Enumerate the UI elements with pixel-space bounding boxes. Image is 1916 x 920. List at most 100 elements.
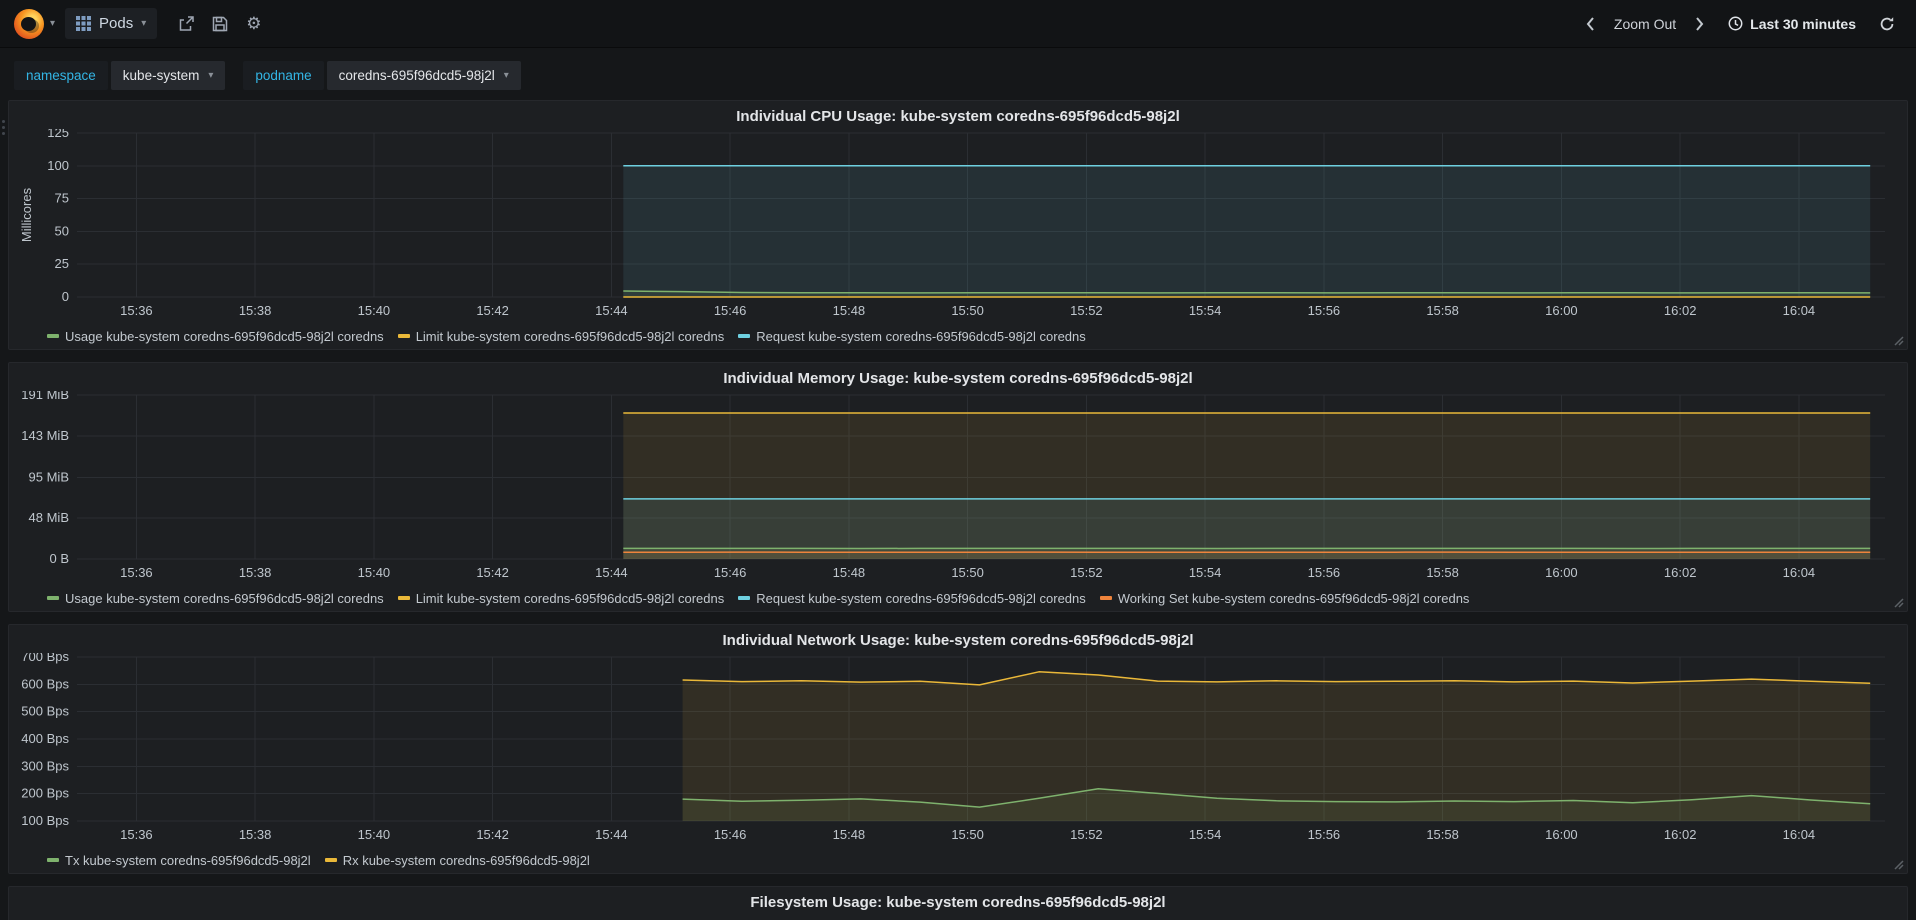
svg-text:400 Bps: 400 Bps	[21, 731, 69, 746]
chart-canvas[interactable]: 0 25 50 75 100 125 15:36 15:38 15:40 15:42 15:44 15…	[19, 125, 1895, 325]
svg-text:75: 75	[55, 191, 69, 206]
refresh-icon	[1880, 16, 1894, 30]
svg-text:16:02: 16:02	[1664, 827, 1697, 842]
variable-label: namespace	[14, 61, 108, 90]
dashboards-grid-icon	[76, 16, 92, 31]
network-usage-chart[interactable]: 100 Bps 200 Bps 300 Bps 400 Bps 500 Bps 600 B…	[19, 649, 1897, 849]
svg-text:16:04: 16:04	[1783, 565, 1816, 580]
chart-canvas[interactable]: 0 B 48 MiB 95 MiB 143 MiB 191 MiB 15:36 15:38 1…	[19, 387, 1895, 587]
time-range-picker-button[interactable]: Last 30 minutes	[1720, 10, 1864, 38]
panel-cpu-usage: Individual CPU Usage: kube-system coredn…	[8, 100, 1908, 350]
variable-value-text: kube-system	[122, 68, 200, 83]
legend-item[interactable]: Request kube-system coredns-695f96dcd5-9…	[738, 329, 1086, 344]
dashboard-picker-button[interactable]: Pods ▾	[65, 8, 158, 39]
svg-text:0: 0	[62, 289, 69, 304]
legend-series-name: Usage kube-system coredns-695f96dcd5-98j…	[65, 590, 384, 606]
svg-text:100: 100	[47, 158, 69, 173]
navbar: ▾ Pods ▾ ⚙ Zoom Out Last 30 minutes	[0, 0, 1916, 48]
chart-canvas[interactable]: 100 Bps 200 Bps 300 Bps 400 Bps 500 Bps 600 B…	[19, 649, 1895, 849]
svg-text:15:52: 15:52	[1070, 303, 1103, 318]
svg-text:15:38: 15:38	[239, 565, 272, 580]
svg-text:15:38: 15:38	[239, 827, 272, 842]
svg-text:15:40: 15:40	[358, 303, 391, 318]
svg-text:15:50: 15:50	[951, 303, 984, 318]
legend-item[interactable]: Rx kube-system coredns-695f96dcd5-98j2l	[324, 853, 590, 868]
refresh-button[interactable]	[1870, 10, 1904, 38]
share-icon	[180, 15, 195, 31]
cpu-usage-legend: Usage kube-system coredns-695f96dcd5-98j…	[47, 325, 1897, 347]
svg-text:15:36: 15:36	[120, 827, 153, 842]
share-button[interactable]	[169, 10, 203, 38]
legend-series-name: Usage kube-system coredns-695f96dcd5-98j…	[65, 328, 384, 344]
svg-text:15:46: 15:46	[714, 565, 747, 580]
panel-title[interactable]: Individual Memory Usage: kube-system cor…	[19, 367, 1897, 391]
navbar-time-controls: Zoom Out Last 30 minutes	[1576, 10, 1904, 38]
dashboard: Individual CPU Usage: kube-system coredn…	[0, 100, 1916, 920]
legend-item[interactable]: Limit kube-system coredns-695f96dcd5-98j…	[397, 329, 724, 344]
svg-text:15:50: 15:50	[951, 565, 984, 580]
svg-text:16:00: 16:00	[1545, 827, 1578, 842]
panel-resize-handle-icon[interactable]	[1892, 596, 1904, 608]
svg-text:15:58: 15:58	[1426, 303, 1459, 318]
svg-text:191 MiB: 191 MiB	[21, 391, 69, 402]
svg-text:15:58: 15:58	[1426, 827, 1459, 842]
time-shift-back-button[interactable]	[1576, 10, 1604, 38]
svg-text:16:04: 16:04	[1783, 827, 1816, 842]
zoom-out-button[interactable]: Zoom Out	[1610, 16, 1680, 32]
save-button[interactable]	[203, 10, 237, 38]
memory-usage-legend: Usage kube-system coredns-695f96dcd5-98j…	[47, 587, 1897, 609]
chevron-down-icon: ▾	[503, 69, 509, 81]
chevron-down-icon: ▾	[50, 17, 56, 29]
podname-value-dropdown[interactable]: coredns-695f96dcd5-98j2l ▾	[326, 61, 521, 90]
svg-text:15:56: 15:56	[1308, 565, 1341, 580]
svg-text:15:48: 15:48	[833, 827, 866, 842]
svg-text:16:04: 16:04	[1783, 303, 1816, 318]
svg-text:15:52: 15:52	[1070, 565, 1103, 580]
panel-title[interactable]: Individual CPU Usage: kube-system coredn…	[19, 105, 1897, 129]
svg-text:16:00: 16:00	[1545, 303, 1578, 318]
zoom-out-label: Zoom Out	[1613, 15, 1677, 32]
legend-item[interactable]: Limit kube-system coredns-695f96dcd5-98j…	[397, 590, 725, 606]
variable-namespace: namespace kube-system ▾	[14, 61, 226, 90]
svg-text:15:58: 15:58	[1426, 565, 1459, 580]
panel-title[interactable]: Filesystem Usage: kube-system coredns-69…	[19, 891, 1897, 915]
svg-text:15:44: 15:44	[595, 303, 628, 318]
svg-text:15:50: 15:50	[951, 827, 984, 842]
svg-text:16:00: 16:00	[1545, 565, 1578, 580]
legend-series-color-icon	[397, 596, 410, 600]
svg-text:15:42: 15:42	[476, 565, 509, 580]
legend-item[interactable]: Usage kube-system coredns-695f96dcd5-98j…	[47, 591, 384, 606]
legend-series-name: Limit kube-system coredns-695f96dcd5-98j…	[415, 590, 725, 606]
svg-text:15:40: 15:40	[358, 565, 391, 580]
svg-text:500 Bps: 500 Bps	[21, 704, 69, 719]
legend-series-name: Tx kube-system coredns-695f96dcd5-98j2l	[65, 852, 311, 868]
panel-title[interactable]: Individual Network Usage: kube-system co…	[19, 629, 1897, 653]
chevron-right-icon	[1696, 16, 1704, 31]
legend-item[interactable]: Usage kube-system coredns-695f96dcd5-98j…	[47, 329, 384, 344]
settings-button[interactable]: ⚙	[237, 9, 270, 38]
chevron-left-icon	[1586, 16, 1594, 31]
svg-text:15:54: 15:54	[1189, 565, 1222, 580]
legend-item[interactable]: Request kube-system coredns-695f96dcd5-9…	[738, 591, 1086, 606]
panel-filesystem-usage: Filesystem Usage: kube-system coredns-69…	[8, 886, 1908, 920]
time-shift-forward-button[interactable]	[1686, 10, 1714, 38]
legend-series-color-icon	[1099, 596, 1112, 600]
memory-usage-chart[interactable]: 0 B 48 MiB 95 MiB 143 MiB 191 MiB 15:36 15:38 1…	[19, 387, 1897, 587]
panel-resize-handle-icon[interactable]	[1892, 858, 1904, 870]
svg-text:15:36: 15:36	[120, 303, 153, 318]
legend-series-name: Working Set kube-system coredns-695f96dc…	[1117, 590, 1470, 606]
legend-item[interactable]: Tx kube-system coredns-695f96dcd5-98j2l	[47, 853, 311, 868]
svg-text:15:40: 15:40	[358, 827, 391, 842]
legend-series-color-icon	[738, 596, 751, 600]
namespace-value-dropdown[interactable]: kube-system ▾	[110, 61, 226, 90]
legend-series-name: Request kube-system coredns-695f96dcd5-9…	[756, 328, 1086, 344]
panel-resize-handle-icon[interactable]	[1892, 334, 1904, 346]
panel-network-usage: Individual Network Usage: kube-system co…	[8, 624, 1908, 874]
legend-item[interactable]: Working Set kube-system coredns-695f96dc…	[1099, 590, 1470, 606]
svg-text:200 Bps: 200 Bps	[21, 786, 69, 801]
variable-label: podname	[243, 61, 324, 90]
svg-text:15:36: 15:36	[120, 565, 153, 580]
grafana-menu-button[interactable]: ▾	[12, 5, 57, 43]
clock-icon	[1728, 16, 1743, 31]
cpu-usage-chart[interactable]: 0 25 50 75 100 125 15:36 15:38 15:40 15:42 15:44 15…	[19, 125, 1897, 325]
